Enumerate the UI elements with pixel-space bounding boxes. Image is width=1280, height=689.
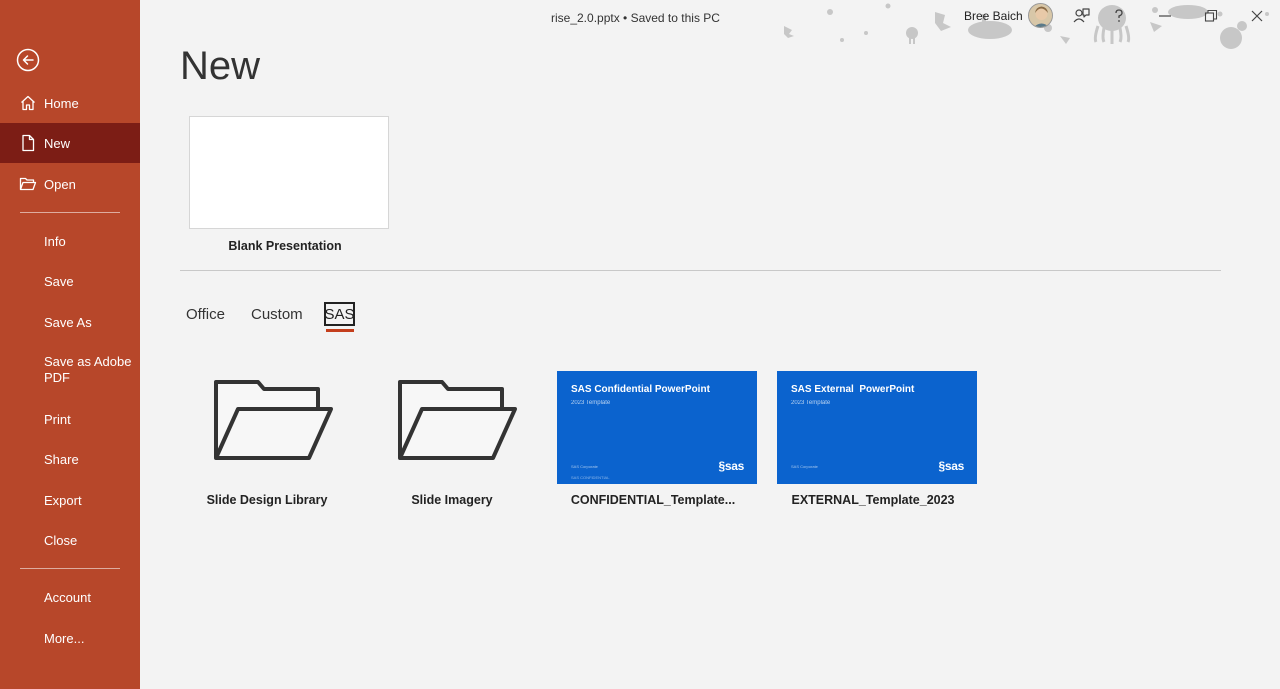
sidebar-item-save[interactable]: Save [0, 261, 140, 301]
sidebar-item-export[interactable]: Export [0, 480, 140, 520]
help-icon[interactable] [1109, 6, 1129, 26]
sidebar-item-label: Export [44, 492, 82, 508]
close-icon[interactable] [1247, 6, 1267, 26]
tab-office[interactable]: Office [186, 306, 225, 323]
folder-icon[interactable] [212, 378, 334, 464]
sas-logo: §sas [718, 459, 745, 473]
sidebar-item-label: New [44, 135, 71, 151]
thumbnail-footer: SAS Corporate [791, 464, 818, 469]
sidebar-item-home[interactable]: Home [0, 83, 140, 123]
back-arrow-icon[interactable] [16, 48, 40, 72]
section-divider [180, 270, 1221, 271]
sidebar-item-info[interactable]: Info [0, 221, 140, 261]
external-template-thumbnail[interactable]: SAS External PowerPoint 2023 Template SA… [777, 371, 977, 484]
new-document-icon [22, 134, 35, 152]
folder-icon[interactable] [396, 378, 518, 464]
minimize-icon[interactable] [1155, 6, 1175, 26]
sidebar-item-account[interactable]: Account [0, 577, 140, 617]
sidebar-item-label: Info [44, 233, 66, 249]
home-icon [21, 95, 35, 111]
backstage-sidebar: Home New Open Info Save Save As Save as … [0, 0, 140, 689]
sidebar-item-label: Save As [44, 314, 92, 330]
template-label-slide-imagery[interactable]: Slide Imagery [372, 493, 532, 507]
tab-custom[interactable]: Custom [251, 306, 303, 323]
sidebar-item-label: Home [44, 95, 79, 111]
thumbnail-subtitle: 2023 Template [571, 400, 611, 406]
template-label-confidential[interactable]: CONFIDENTIAL_Template... [557, 493, 749, 507]
sidebar-item-label: Open [44, 176, 76, 192]
sidebar-item-label: More... [44, 630, 85, 646]
sidebar-item-label: Save [44, 273, 74, 289]
blank-presentation-thumbnail[interactable] [189, 116, 389, 229]
feedback-icon[interactable] [1071, 6, 1091, 26]
sidebar-item-save-as[interactable]: Save As [0, 302, 140, 342]
active-tab-indicator [326, 329, 354, 332]
restore-icon[interactable] [1201, 6, 1221, 26]
avatar-photo-icon [1029, 4, 1052, 27]
sidebar-item-close[interactable]: Close [0, 520, 140, 560]
template-label-slide-design-library[interactable]: Slide Design Library [187, 493, 347, 507]
open-folder-icon [19, 177, 37, 191]
sidebar-item-print[interactable]: Print [0, 399, 140, 439]
avatar[interactable] [1028, 3, 1053, 28]
user-name[interactable]: Bree Baich [964, 9, 1023, 23]
sidebar-item-label: Close [44, 532, 78, 548]
page-title: New [180, 44, 261, 88]
sidebar-item-new[interactable]: New [0, 123, 140, 163]
sidebar-item-label: Share [44, 451, 79, 467]
sidebar-divider [20, 568, 120, 569]
thumbnail-footer: SAS Corporate [571, 464, 598, 469]
confidential-template-thumbnail[interactable]: SAS Confidential PowerPoint 2023 Templat… [557, 371, 757, 484]
sidebar-item-more[interactable]: More... [0, 618, 140, 658]
sidebar-divider [20, 212, 120, 213]
thumbnail-title: SAS External PowerPoint [791, 384, 915, 395]
thumbnail-title: SAS Confidential PowerPoint [571, 384, 710, 395]
thumbnail-footer-confidential: SAS CONFIDENTIAL [571, 475, 610, 480]
template-label-external[interactable]: EXTERNAL_Template_2023 [777, 493, 969, 507]
sidebar-item-label: Account [44, 589, 91, 605]
sas-logo: §sas [938, 459, 965, 473]
sidebar-item-label: Save as Adobe PDF [44, 354, 132, 385]
sidebar-item-label: Print [44, 411, 71, 427]
sidebar-item-share[interactable]: Share [0, 439, 140, 479]
sidebar-item-save-as-adobe-pdf[interactable]: Save as Adobe PDF [0, 354, 140, 390]
thumbnail-subtitle: 2023 Template [791, 400, 831, 406]
blank-presentation-label[interactable]: Blank Presentation [189, 239, 381, 253]
tab-sas[interactable]: SAS [324, 302, 355, 326]
sidebar-item-open[interactable]: Open [0, 164, 140, 204]
document-title: rise_2.0.pptx • Saved to this PC [551, 11, 720, 25]
title-bar: rise_2.0.pptx • Saved to this PC Bree Ba… [140, 0, 1280, 49]
